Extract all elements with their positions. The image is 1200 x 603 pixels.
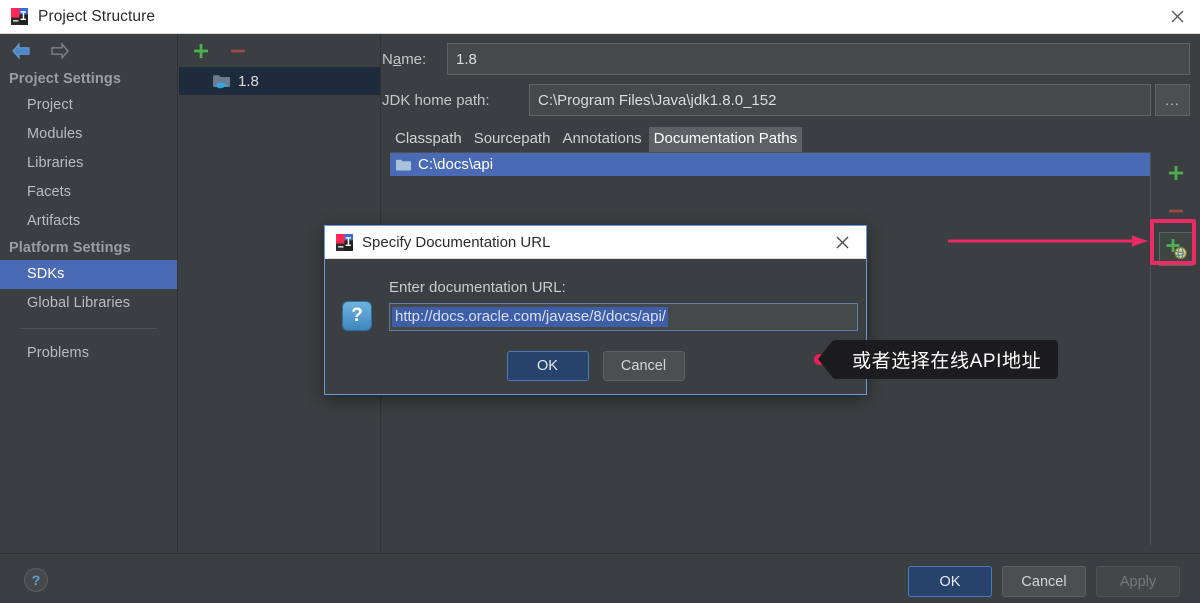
modal-prompt-label: Enter documentation URL: xyxy=(389,279,566,296)
sidebar-item-libraries[interactable]: Libraries xyxy=(0,149,177,178)
folder-icon xyxy=(395,158,412,172)
jdk-home-path-label: JDK home path: xyxy=(382,91,490,109)
sidebar-section-project-settings: Project Settings Project Modules Librari… xyxy=(0,67,177,236)
detail-tabs: Classpath Sourcepath Annotations Documen… xyxy=(390,127,1200,152)
sidebar-section-platform-settings: Platform Settings SDKs Global Libraries xyxy=(0,236,177,318)
list-item-label: C:\docs\api xyxy=(418,156,494,173)
minus-icon xyxy=(1168,209,1183,213)
question-icon: ? xyxy=(342,301,372,331)
callout-tip xyxy=(818,340,833,378)
window-titlebar: Project Structure xyxy=(0,0,1200,34)
modal-ok-button[interactable]: OK xyxy=(506,351,589,381)
intellij-idea-logo-icon xyxy=(336,233,353,251)
browse-jdk-button[interactable]: ... xyxy=(1155,84,1190,116)
sidebar-heading-platform-settings: Platform Settings xyxy=(9,240,131,256)
tab-sourcepath[interactable]: Sourcepath xyxy=(469,127,556,152)
documentation-paths-toolbar xyxy=(1150,152,1200,545)
sidebar-heading-project-settings: Project Settings xyxy=(9,71,121,87)
specify-documentation-url-dialog: Specify Documentation URL ? Enter docume… xyxy=(324,225,867,395)
list-item-docs-api[interactable]: C:\docs\api xyxy=(390,153,1150,176)
sidebar-item-problems[interactable]: Problems xyxy=(0,339,177,368)
plus-icon xyxy=(1168,166,1183,180)
minus-icon[interactable] xyxy=(228,41,248,61)
dialog-button-bar: ? OK Cancel Apply xyxy=(0,553,1200,603)
plus-icon[interactable] xyxy=(191,41,211,61)
dialog-actions: OK Cancel Apply xyxy=(908,566,1180,597)
name-input[interactable]: 1.8 xyxy=(447,43,1190,75)
apply-button: Apply xyxy=(1096,566,1180,597)
modal-body: ? Enter documentation URL: http://docs.o… xyxy=(325,259,866,395)
sidebar-item-artifacts[interactable]: Artifacts xyxy=(0,207,177,236)
sidebar-item-modules[interactable]: Modules xyxy=(0,120,177,149)
arrow-right-icon xyxy=(49,40,71,62)
modal-title-text: Specify Documentation URL xyxy=(362,233,551,251)
sidebar-item-global-libraries[interactable]: Global Libraries xyxy=(0,289,177,318)
sdk-list-toolbar xyxy=(179,34,380,67)
add-path-button[interactable] xyxy=(1159,156,1193,190)
tab-annotations[interactable]: Annotations xyxy=(557,127,646,152)
project-structure-window: Project Structure Project Settings Proje… xyxy=(0,0,1200,603)
tab-documentation-paths[interactable]: Documentation Paths xyxy=(648,127,803,152)
annotation-callout: 或者选择在线API地址 xyxy=(818,340,1059,379)
window-title: Project Structure xyxy=(38,7,156,25)
arrow-left-icon[interactable] xyxy=(10,40,32,62)
close-icon[interactable] xyxy=(826,226,858,258)
sidebar-divider xyxy=(20,328,157,329)
java-sdk-folder-icon xyxy=(212,73,231,89)
name-field-row: Name: 1.8 xyxy=(382,43,1200,75)
ok-button[interactable]: OK xyxy=(908,566,992,597)
name-field-label: Name: xyxy=(382,50,427,68)
annotation-arrow xyxy=(948,233,1148,254)
sdk-list-item-1-8[interactable]: 1.8 xyxy=(179,67,380,95)
modal-cancel-button[interactable]: Cancel xyxy=(602,351,685,381)
sdk-list-item-label: 1.8 xyxy=(238,72,259,90)
intellij-idea-logo-icon xyxy=(11,8,28,25)
annotation-callout-text: 或者选择在线API地址 xyxy=(852,351,1042,372)
modal-actions: OK Cancel xyxy=(325,351,866,381)
documentation-url-input[interactable]: http://docs.oracle.com/javase/8/docs/api… xyxy=(389,303,858,331)
sidebar-item-project[interactable]: Project xyxy=(0,91,177,120)
modal-titlebar: Specify Documentation URL xyxy=(325,226,866,259)
cancel-button[interactable]: Cancel xyxy=(1002,566,1086,597)
jdk-home-path-row: JDK home path: C:\Program Files\Java\jdk… xyxy=(382,84,1200,116)
sidebar-item-sdks[interactable]: SDKs xyxy=(0,260,177,289)
close-icon[interactable] xyxy=(1154,0,1200,33)
sidebar-navbar xyxy=(0,34,177,67)
jdk-home-path-input[interactable]: C:\Program Files\Java\jdk1.8.0_152 xyxy=(529,84,1151,116)
documentation-url-value: http://docs.oracle.com/javase/8/docs/api… xyxy=(392,307,668,327)
annotation-highlight-box xyxy=(1150,219,1196,265)
help-button[interactable]: ? xyxy=(24,568,48,592)
sidebar-item-facets[interactable]: Facets xyxy=(0,178,177,207)
settings-sidebar: Project Settings Project Modules Librari… xyxy=(0,34,178,553)
tab-classpath[interactable]: Classpath xyxy=(390,127,467,152)
